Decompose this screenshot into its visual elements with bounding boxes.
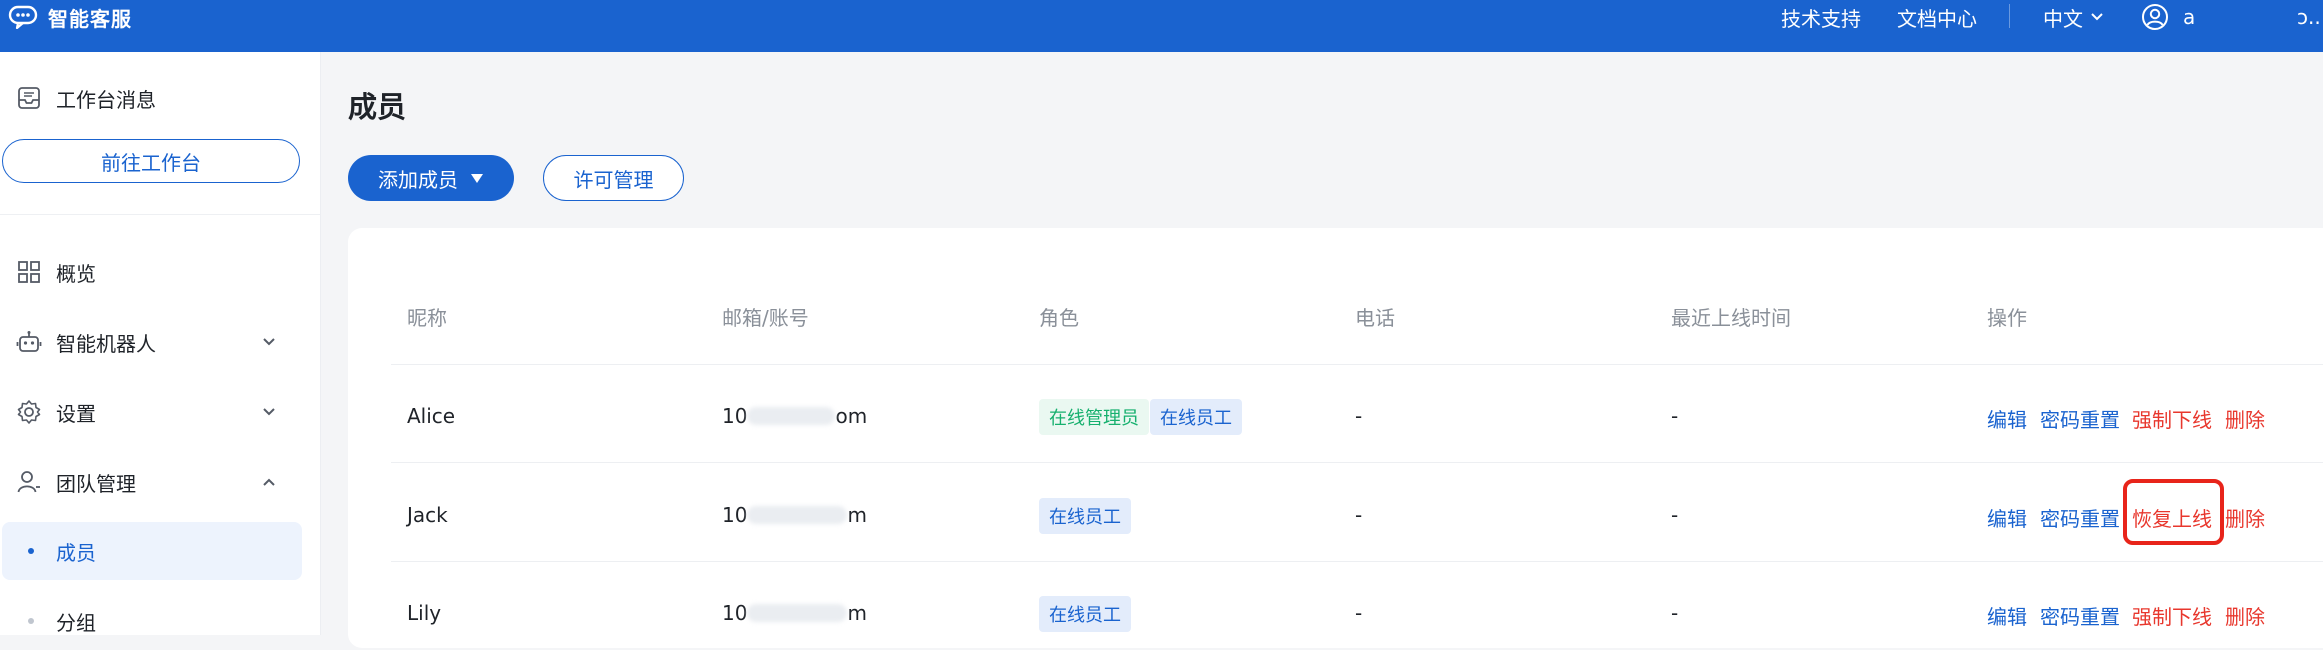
role-tag: 在线管理员 [1039,399,1149,435]
user-menu[interactable]: a [2141,0,2195,34]
email-redaction [747,506,848,524]
email-end: m [847,503,867,527]
sidebar-subitem-groups[interactable]: 分组 [2,592,302,650]
sidebar-subitem-label: 成员 [56,540,96,565]
email-start: 10 [722,404,748,428]
member-name: Jack [407,503,448,527]
table-divider [391,561,2323,562]
sidebar-item-label: 工作台消息 [56,87,156,112]
page-title: 成员 [348,90,407,124]
goto-workbench-button[interactable]: 前往工作台 [2,139,300,183]
chevron-up-icon [263,478,275,486]
sidebar-item-label: 团队管理 [56,471,136,496]
column-header-nickname: 昵称 [407,306,447,330]
delete-link[interactable]: 删除 [2225,503,2265,532]
email-end: m [847,601,867,625]
nav-link-docs[interactable]: 文档中心 [1897,0,1977,34]
column-header-role: 角色 [1039,306,1079,330]
sidebar-subitem-label: 分组 [56,610,96,635]
delete-link[interactable]: 删除 [2225,404,2265,433]
member-phone: - [1355,601,1363,625]
email-redaction [747,604,848,622]
sidebar-subitem-members[interactable]: 成员 [2,522,302,580]
user-name-tail: ɔ.. [2297,5,2321,29]
language-switcher[interactable]: 中文 [2043,0,2105,34]
column-header-phone: 电话 [1355,306,1395,330]
role-tag: 在线员工 [1039,498,1131,534]
sidebar-item-label: 概览 [56,261,96,286]
add-member-label: 添加成员 [378,167,458,192]
add-member-button[interactable]: 添加成员 [348,155,514,201]
column-header-email: 邮箱/账号 [722,306,809,330]
sidebar-item-robot[interactable]: 智能机器人 [16,319,304,365]
user-icon [17,471,40,493]
table-divider [391,364,2323,365]
sidebar-item-settings[interactable]: 设置 [16,389,304,435]
sidebar-item-workbench-messages[interactable]: 工作台消息 [16,75,304,121]
language-label: 中文 [2043,6,2083,31]
member-last-online: - [1671,404,1679,428]
nav-link-tech-support[interactable]: 技术支持 [1781,0,1861,34]
edit-link[interactable]: 编辑 [1987,601,2027,630]
sidebar-item-label: 设置 [56,401,96,426]
grid-icon [18,261,40,283]
sidebar-divider [0,214,320,215]
top-bar: 智能客服 技术支持 文档中心 中文 a ɔ.. [0,0,2323,52]
member-phone: - [1355,503,1363,527]
sidebar-item-label: 智能机器人 [56,331,156,356]
column-header-last-online: 最近上线时间 [1671,306,1791,330]
edit-link[interactable]: 编辑 [1987,404,2027,433]
email-start: 10 [722,503,748,527]
highlight-box [2123,479,2224,545]
bullet-dot-icon [28,548,34,554]
robot-icon [16,331,42,352]
brand[interactable]: 智能客服 [8,0,132,34]
bullet-dot-icon [28,618,34,624]
caret-down-icon [471,174,483,183]
user-circle-icon [2142,4,2168,30]
column-header-actions: 操作 [1987,306,2027,330]
chevron-down-icon [263,408,275,416]
member-name: Alice [407,404,456,428]
members-table-card [348,228,2323,648]
edit-link[interactable]: 编辑 [1987,503,2027,532]
email-end: om [835,404,868,428]
email-redaction [747,407,836,425]
reset-password-link[interactable]: 密码重置 [2040,404,2120,433]
gear-icon [17,400,41,424]
reset-password-link[interactable]: 密码重置 [2040,503,2120,532]
table-divider [391,462,2323,463]
chevron-down-icon [2091,13,2103,21]
nav-divider [2009,4,2010,28]
user-name: a [2183,5,2196,29]
brand-name: 智能客服 [48,6,132,31]
delete-link[interactable]: 删除 [2225,601,2265,630]
role-tag: 在线员工 [1039,596,1131,632]
force-offline-link[interactable]: 强制下线 [2132,404,2212,433]
reset-password-link[interactable]: 密码重置 [2040,601,2120,630]
chat-bubble-icon [8,5,38,29]
chevron-down-icon [263,338,275,346]
email-start: 10 [722,601,748,625]
force-offline-link[interactable]: 强制下线 [2132,601,2212,630]
member-last-online: - [1671,601,1679,625]
member-email: 10 om [722,404,867,428]
role-tag: 在线员工 [1150,399,1242,435]
sidebar-item-team[interactable]: 团队管理 [16,459,304,505]
inbox-icon [18,87,40,109]
sidebar: 工作台消息 前往工作台 概览 智能机器人 设置 团队管理 成员 分组 [0,52,321,635]
member-email: 10 m [722,503,867,527]
member-email: 10 m [722,601,867,625]
member-phone: - [1355,404,1363,428]
member-last-online: - [1671,503,1679,527]
license-manage-button[interactable]: 许可管理 [543,155,684,201]
sidebar-item-overview[interactable]: 概览 [16,249,304,295]
member-name: Lily [407,601,442,625]
